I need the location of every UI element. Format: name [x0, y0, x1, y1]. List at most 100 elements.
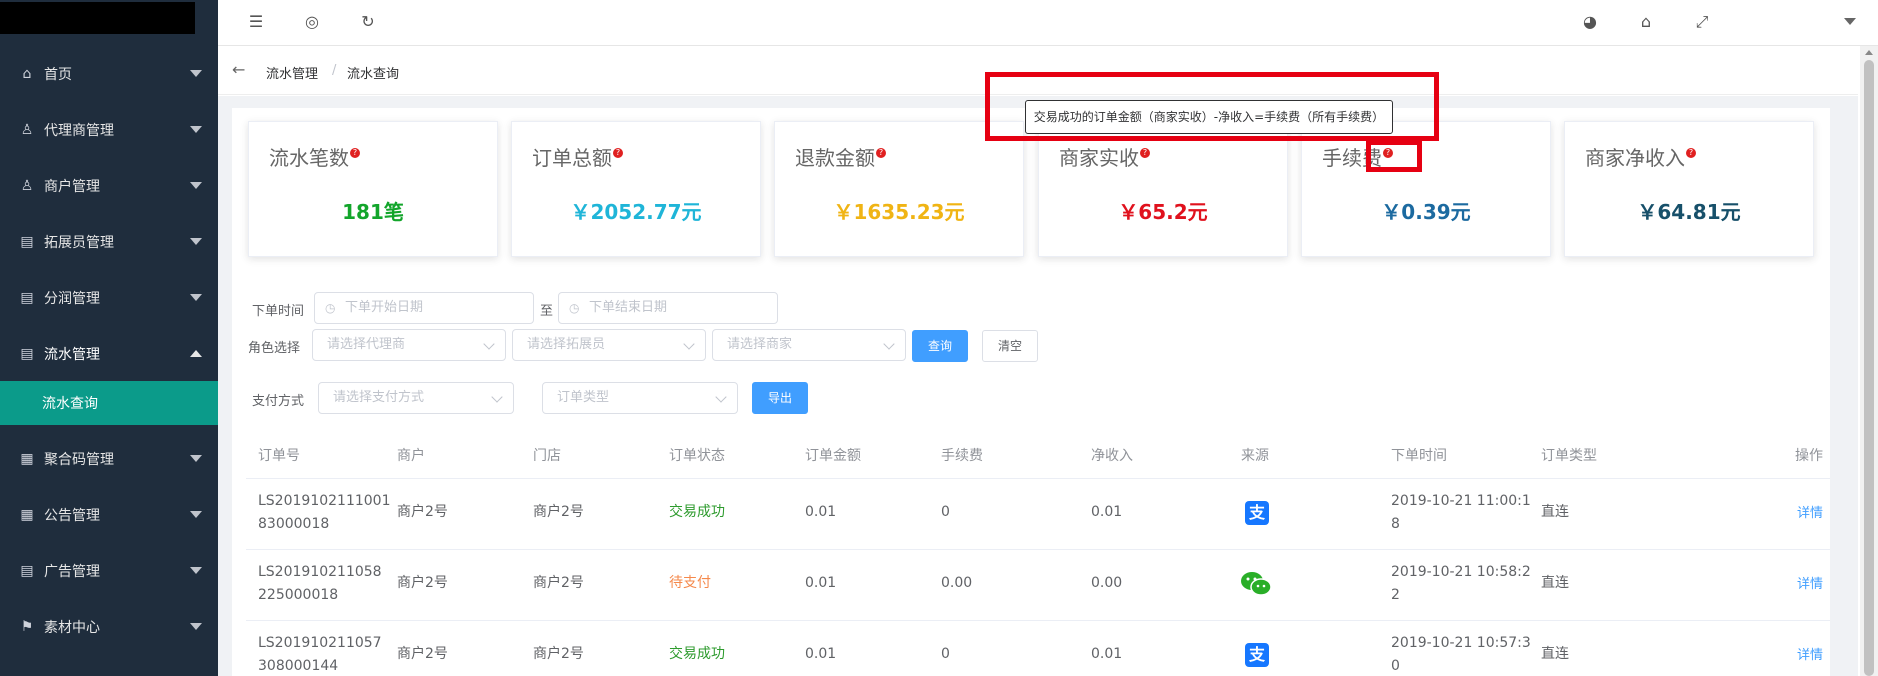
- status-cell: 待支付: [669, 575, 711, 591]
- stat-value: ￥1635.23元: [833, 200, 965, 224]
- tag-icon[interactable]: ⌂: [1636, 12, 1656, 32]
- table-header-status: 订单状态: [669, 448, 725, 464]
- time-line1: 2019-10-21 11:00:1: [1391, 493, 1531, 509]
- type-cell: 直连: [1541, 575, 1569, 591]
- scroll-up-icon[interactable]: [1865, 50, 1873, 55]
- back-arrow-icon[interactable]: ←: [232, 60, 245, 79]
- grid-icon: ▦: [20, 507, 34, 523]
- clear-button[interactable]: 清空: [982, 330, 1038, 362]
- merchant-select[interactable]: 请选择商家: [712, 329, 906, 361]
- net-cell: 0.01: [1091, 504, 1123, 520]
- grid-icon: ▦: [20, 451, 34, 467]
- order-no-line1: LS201910211057: [258, 635, 382, 651]
- help-icon[interactable]: ?: [350, 148, 360, 158]
- stat-title: 订单总额: [532, 146, 612, 170]
- refresh-icon[interactable]: ↻: [358, 12, 378, 32]
- fee-cell: 0.00: [941, 575, 973, 591]
- stat-card-count: 流水笔数? 181笔: [248, 121, 498, 257]
- clock-icon: ◷: [325, 301, 336, 315]
- sidebar-item-profit[interactable]: ▤ 分润管理: [0, 270, 218, 326]
- order-no-line2: 308000144: [258, 658, 339, 674]
- order-type-select[interactable]: 订单类型: [542, 382, 738, 414]
- sidebar-item-agent[interactable]: ♙ 代理商管理: [0, 102, 218, 158]
- chevron-down-icon: [190, 455, 202, 462]
- agent-select-placeholder: 请选择代理商: [327, 337, 406, 352]
- merchant-cell: 商户2号: [397, 575, 448, 591]
- table-header-fee: 手续费: [941, 448, 983, 464]
- sidebar-item-label: 聚合码管理: [44, 452, 114, 468]
- collapse-menu-icon[interactable]: ☰: [246, 12, 266, 32]
- export-button[interactable]: 导出: [752, 382, 808, 414]
- type-cell: 直连: [1541, 504, 1569, 520]
- store-cell: 商户2号: [533, 504, 584, 520]
- sidebar-item-label: 分润管理: [44, 291, 100, 307]
- alipay-icon: 支: [1245, 501, 1269, 525]
- chevron-down-icon: [483, 338, 495, 350]
- table-header-amount: 订单金额: [805, 448, 861, 464]
- detail-link[interactable]: 详情: [1797, 644, 1823, 667]
- sidebar-item-label: 公告管理: [44, 508, 100, 524]
- help-icon[interactable]: ?: [1686, 148, 1696, 158]
- globe-icon[interactable]: ◎: [302, 12, 322, 32]
- order-no-line2: 83000018: [258, 516, 330, 532]
- amount-cell: 0.01: [805, 646, 837, 662]
- fullscreen-icon[interactable]: ⤢: [1692, 12, 1712, 32]
- pay-method-label: 支付方式: [252, 394, 305, 409]
- detail-link[interactable]: 详情: [1797, 573, 1823, 596]
- sidebar-item-merchant[interactable]: ♙ 商户管理: [0, 158, 218, 214]
- amount-cell: 0.01: [805, 575, 837, 591]
- merchant-cell: 商户2号: [397, 646, 448, 662]
- sidebar-item-label: 拓展员管理: [44, 235, 114, 251]
- time-line2: 2: [1391, 587, 1400, 603]
- wechat-icon: [1241, 572, 1272, 596]
- clipboard-icon: ▤: [20, 234, 34, 250]
- page-scrollbar[interactable]: [1860, 46, 1878, 676]
- status-cell: 交易成功: [669, 504, 725, 520]
- help-icon[interactable]: ?: [613, 148, 623, 158]
- start-date-input[interactable]: ◷ 下单开始日期: [314, 292, 534, 324]
- chevron-down-icon: [190, 567, 202, 574]
- sidebar-item-home[interactable]: ⌂ 首页: [0, 46, 218, 102]
- chevron-down-icon: [683, 338, 695, 350]
- sidebar-item-qrcode[interactable]: ▦ 聚合码管理: [0, 431, 218, 487]
- palette-icon[interactable]: ◕: [1580, 12, 1600, 32]
- sidebar-item-expander[interactable]: ▤ 拓展员管理: [0, 214, 218, 270]
- pay-method-select[interactable]: 请选择支付方式: [318, 382, 514, 414]
- status-cell: 交易成功: [669, 646, 725, 662]
- sidebar-subitem-flow-query[interactable]: 流水查询: [0, 381, 218, 425]
- chevron-down-icon: [715, 391, 727, 403]
- sidebar-item-flow[interactable]: ▤ 流水管理: [0, 326, 218, 382]
- chevron-down-icon: [190, 294, 202, 301]
- highlight-box-fee-help: [1366, 140, 1422, 172]
- redacted-logo-block: [0, 2, 195, 34]
- query-button[interactable]: 查询: [912, 330, 968, 362]
- help-icon[interactable]: ?: [1140, 148, 1150, 158]
- sidebar-item-label: 代理商管理: [44, 123, 114, 139]
- amount-cell: 0.01: [805, 504, 837, 520]
- topbar: ☰ ◎ ↻ ◕ ⌂ ⤢: [218, 0, 1878, 46]
- sidebar-item-material[interactable]: ⚑ 素材中心: [0, 599, 218, 655]
- expander-select[interactable]: 请选择拓展员: [512, 329, 706, 361]
- breadcrumb-parent[interactable]: 流水管理: [266, 63, 318, 82]
- flag-icon: ⚑: [20, 619, 34, 635]
- detail-link[interactable]: 详情: [1797, 502, 1823, 525]
- stat-value: ￥65.2元: [1118, 200, 1208, 224]
- end-date-input[interactable]: ◷ 下单结束日期: [558, 292, 778, 324]
- user-menu-chevron-icon[interactable]: [1844, 18, 1856, 25]
- tooltip: 交易成功的订单金额（商家实收）-净收入=手续费（所有手续费）: [1025, 100, 1393, 134]
- sidebar-item-notice[interactable]: ▦ 公告管理: [0, 487, 218, 543]
- agent-select[interactable]: 请选择代理商: [312, 329, 506, 361]
- breadcrumb-current: 流水查询: [347, 67, 400, 82]
- table-header-merchant: 商户: [397, 448, 425, 464]
- store-cell: 商户2号: [533, 575, 584, 591]
- help-icon[interactable]: ?: [876, 148, 886, 158]
- store-cell: 商户2号: [533, 646, 584, 662]
- order-time-label: 下单时间: [252, 304, 305, 319]
- table-divider: [246, 478, 1830, 479]
- logo-redacted: [0, 0, 218, 46]
- chevron-down-icon: [190, 126, 202, 133]
- scrollbar-thumb[interactable]: [1864, 60, 1874, 676]
- table-divider: [246, 549, 1830, 550]
- expander-select-placeholder: 请选择拓展员: [527, 337, 606, 352]
- sidebar-item-ads[interactable]: ▤ 广告管理: [0, 543, 218, 599]
